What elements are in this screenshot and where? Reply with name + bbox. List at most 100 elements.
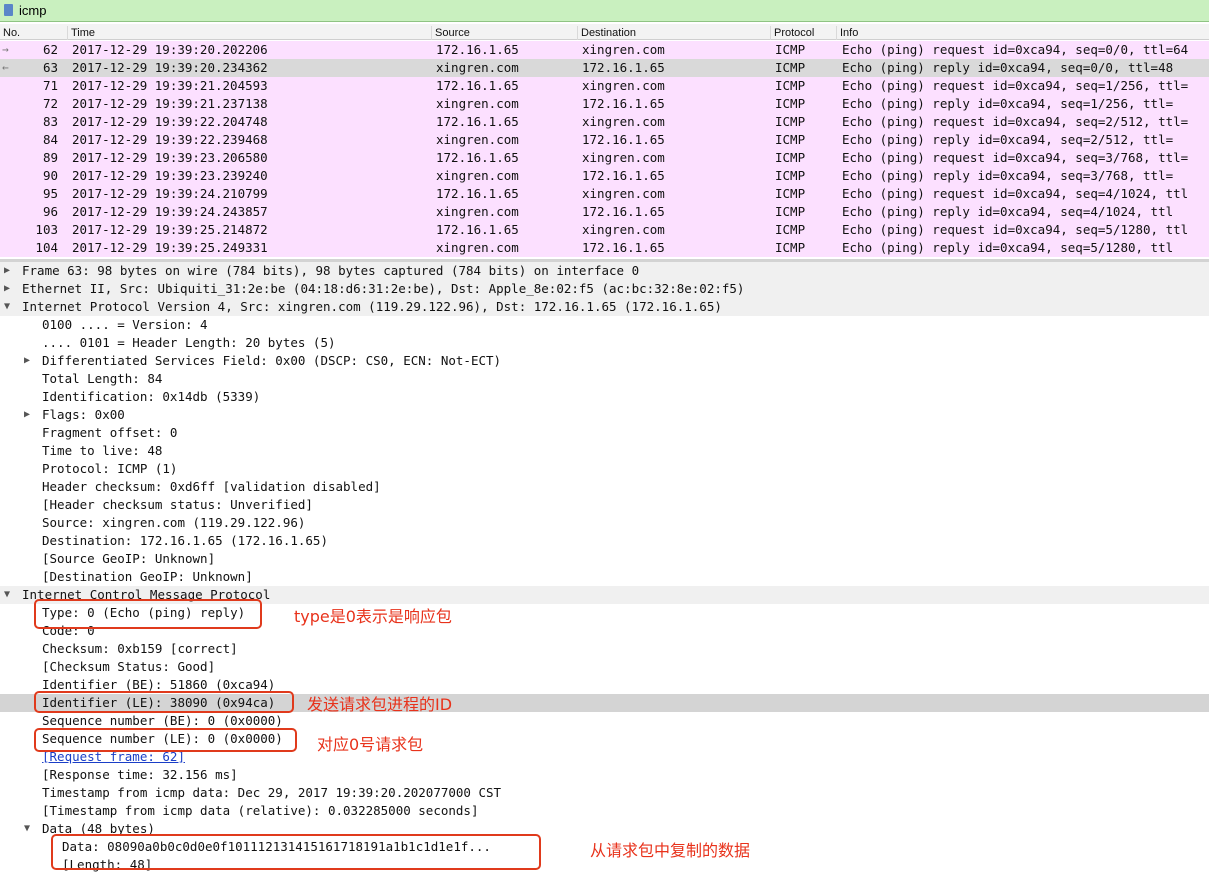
detail-tree-item[interactable]: Time to live: 48	[0, 442, 1209, 460]
packet-destination: xingren.com	[582, 78, 665, 93]
packet-destination: 172.16.1.65	[582, 132, 665, 147]
collapse-triangle-icon[interactable]: ▶	[4, 262, 10, 280]
packet-row[interactable]: 95 2017-12-29 19:39:24.210799 172.16.1.65 x…	[0, 185, 1209, 203]
detail-tree-item[interactable]: .... 0101 = Header Length: 20 bytes (5)	[0, 334, 1209, 352]
packet-info: Echo (ping) request id=0xca94, seq=0/0, …	[842, 42, 1189, 57]
detail-tree-item[interactable]: 0100 .... = Version: 4	[0, 316, 1209, 334]
packet-no: 96	[42, 204, 58, 219]
packet-row[interactable]: 103 2017-12-29 19:39:25.214872 172.16.1.65…	[0, 221, 1209, 239]
expand-triangle-icon[interactable]: ▼	[24, 820, 30, 838]
packet-time: 2017-12-29 19:39:20.202206	[72, 42, 268, 57]
detail-tree-item[interactable]: Source: xingren.com (119.29.122.96)	[0, 514, 1209, 532]
column-header-no[interactable]: No.	[0, 26, 67, 40]
type-annotation: type是0表示是响应包	[294, 607, 452, 626]
detail-tree-item[interactable]: Destination: 172.16.1.65 (172.16.1.65)	[0, 532, 1209, 550]
packet-time: 2017-12-29 19:39:24.210799	[72, 186, 268, 201]
detail-tree-item[interactable]: Checksum: 0xb159 [correct]	[0, 640, 1209, 658]
packet-row[interactable]: ← 63 2017-12-29 19:39:20.234362 xingren.com…	[0, 59, 1209, 77]
column-header-protocol[interactable]: Protocol	[770, 26, 836, 40]
detail-text: Internet Protocol Version 4, Src: xingre…	[22, 299, 722, 314]
collapse-triangle-icon[interactable]: ▶	[24, 352, 30, 370]
packet-source: 172.16.1.65	[436, 42, 519, 57]
detail-text: .... 0101 = Header Length: 20 bytes (5)	[42, 335, 336, 350]
packet-info: Echo (ping) request id=0xca94, seq=4/102…	[842, 186, 1189, 201]
packet-info: Echo (ping) reply id=0xca94, seq=0/0, tt…	[842, 60, 1174, 75]
detail-tree-item[interactable]: [Timestamp from icmp data (relative): 0.…	[0, 802, 1209, 820]
packet-protocol: ICMP	[775, 60, 806, 75]
packet-protocol: ICMP	[775, 132, 806, 147]
detail-tree-item[interactable]: Fragment offset: 0	[0, 424, 1209, 442]
packet-source: 172.16.1.65	[436, 78, 519, 93]
packet-destination: xingren.com	[582, 186, 665, 201]
collapse-triangle-icon[interactable]: ▶	[24, 406, 30, 424]
bookmark-icon[interactable]	[4, 4, 13, 16]
detail-text: [Source GeoIP: Unknown]	[42, 551, 216, 566]
packet-protocol: ICMP	[775, 240, 806, 255]
packet-source: 172.16.1.65	[436, 186, 519, 201]
detail-tree-item[interactable]: ▶ Frame 63: 98 bytes on wire (784 bits), …	[0, 262, 1209, 280]
detail-tree-item[interactable]: ▼ Internet Protocol Version 4, Src: xingr…	[0, 298, 1209, 316]
packet-row[interactable]: 90 2017-12-29 19:39:23.239240 xingren.com 1…	[0, 167, 1209, 185]
packet-row[interactable]: 104 2017-12-29 19:39:25.249331 xingren.com…	[0, 239, 1209, 257]
expand-triangle-icon[interactable]: ▼	[4, 298, 10, 316]
column-header-info[interactable]: Info	[836, 26, 1209, 40]
packet-row[interactable]: → 62 2017-12-29 19:39:20.202206 172.16.1.65…	[0, 41, 1209, 59]
packet-info: Echo (ping) reply id=0xca94, seq=4/1024,…	[842, 204, 1174, 219]
detail-tree-item[interactable]: Protocol: ICMP (1)	[0, 460, 1209, 478]
detail-tree-item[interactable]: ▶ Flags: 0x00	[0, 406, 1209, 424]
packet-row[interactable]: 83 2017-12-29 19:39:22.204748 172.16.1.65 x…	[0, 113, 1209, 131]
detail-text: [Response time: 32.156 ms]	[42, 767, 238, 782]
packet-time: 2017-12-29 19:39:24.243857	[72, 204, 268, 219]
packet-destination: 172.16.1.65	[582, 60, 665, 75]
detail-text: Differentiated Services Field: 0x00 (DSC…	[42, 353, 502, 368]
packet-list: → 62 2017-12-29 19:39:20.202206 172.16.1.65…	[0, 41, 1209, 257]
packet-source: 172.16.1.65	[436, 114, 519, 129]
detail-text: Time to live: 48	[42, 443, 163, 458]
column-header-time[interactable]: Time	[67, 26, 433, 40]
packet-info: Echo (ping) reply id=0xca94, seq=3/768, …	[842, 168, 1174, 183]
detail-text: [Checksum Status: Good]	[42, 659, 216, 674]
detail-text: Ethernet II, Src: Ubiquiti_31:2e:be (04:…	[22, 281, 745, 296]
collapse-triangle-icon[interactable]: ▶	[4, 280, 10, 298]
packet-no: 104	[35, 240, 58, 255]
detail-tree-item[interactable]: Header checksum: 0xd6ff [validation disa…	[0, 478, 1209, 496]
packet-time: 2017-12-29 19:39:25.249331	[72, 240, 268, 255]
column-header-source[interactable]: Source	[431, 26, 578, 40]
column-header-destination[interactable]: Destination	[577, 26, 771, 40]
detail-tree-item[interactable]: [Response time: 32.156 ms]	[0, 766, 1209, 784]
display-filter-bar[interactable]: icmp	[0, 0, 1209, 22]
detail-tree-item[interactable]: ▶ Differentiated Services Field: 0x00 (DS…	[0, 352, 1209, 370]
detail-tree-item[interactable]: Total Length: 84	[0, 370, 1209, 388]
packet-info: Echo (ping) reply id=0xca94, seq=1/256, …	[842, 96, 1174, 111]
detail-tree-item[interactable]: Identification: 0x14db (5339)	[0, 388, 1209, 406]
display-filter-input[interactable]: icmp	[19, 3, 46, 18]
detail-tree-item[interactable]: [Header checksum status: Unverified]	[0, 496, 1209, 514]
packet-list-header: No. Time Source Destination Protocol Inf…	[0, 24, 1209, 40]
packet-row[interactable]: 72 2017-12-29 19:39:21.237138 xingren.com 1…	[0, 95, 1209, 113]
detail-tree-item[interactable]: [Source GeoIP: Unknown]	[0, 550, 1209, 568]
packet-details-tree: ▶ Frame 63: 98 bytes on wire (784 bits), …	[0, 262, 1209, 872]
packet-destination: xingren.com	[582, 150, 665, 165]
type-highlight-box	[34, 599, 262, 629]
packet-time: 2017-12-29 19:39:25.214872	[72, 222, 268, 237]
detail-text: Identification: 0x14db (5339)	[42, 389, 261, 404]
packet-source: 172.16.1.65	[436, 222, 519, 237]
detail-text: 0100 .... = Version: 4	[42, 317, 208, 332]
detail-tree-item[interactable]: ▶ Ethernet II, Src: Ubiquiti_31:2e:be (04…	[0, 280, 1209, 298]
packet-row[interactable]: 96 2017-12-29 19:39:24.243857 xingren.com 1…	[0, 203, 1209, 221]
packet-row[interactable]: 89 2017-12-29 19:39:23.206580 172.16.1.65 x…	[0, 149, 1209, 167]
packet-source: 172.16.1.65	[436, 150, 519, 165]
detail-tree-item[interactable]: Timestamp from icmp data: Dec 29, 2017 1…	[0, 784, 1209, 802]
detail-tree-item[interactable]: [Checksum Status: Good]	[0, 658, 1209, 676]
packet-row[interactable]: 71 2017-12-29 19:39:21.204593 172.16.1.65 x…	[0, 77, 1209, 95]
packet-destination: 172.16.1.65	[582, 168, 665, 183]
packet-protocol: ICMP	[775, 186, 806, 201]
packet-time: 2017-12-29 19:39:22.239468	[72, 132, 268, 147]
packet-source: xingren.com	[436, 204, 519, 219]
packet-source: xingren.com	[436, 60, 519, 75]
packet-row[interactable]: 84 2017-12-29 19:39:22.239468 xingren.com 1…	[0, 131, 1209, 149]
expand-triangle-icon[interactable]: ▼	[4, 586, 10, 604]
packet-source: xingren.com	[436, 240, 519, 255]
detail-text: Flags: 0x00	[42, 407, 125, 422]
detail-tree-item[interactable]: [Destination GeoIP: Unknown]	[0, 568, 1209, 586]
